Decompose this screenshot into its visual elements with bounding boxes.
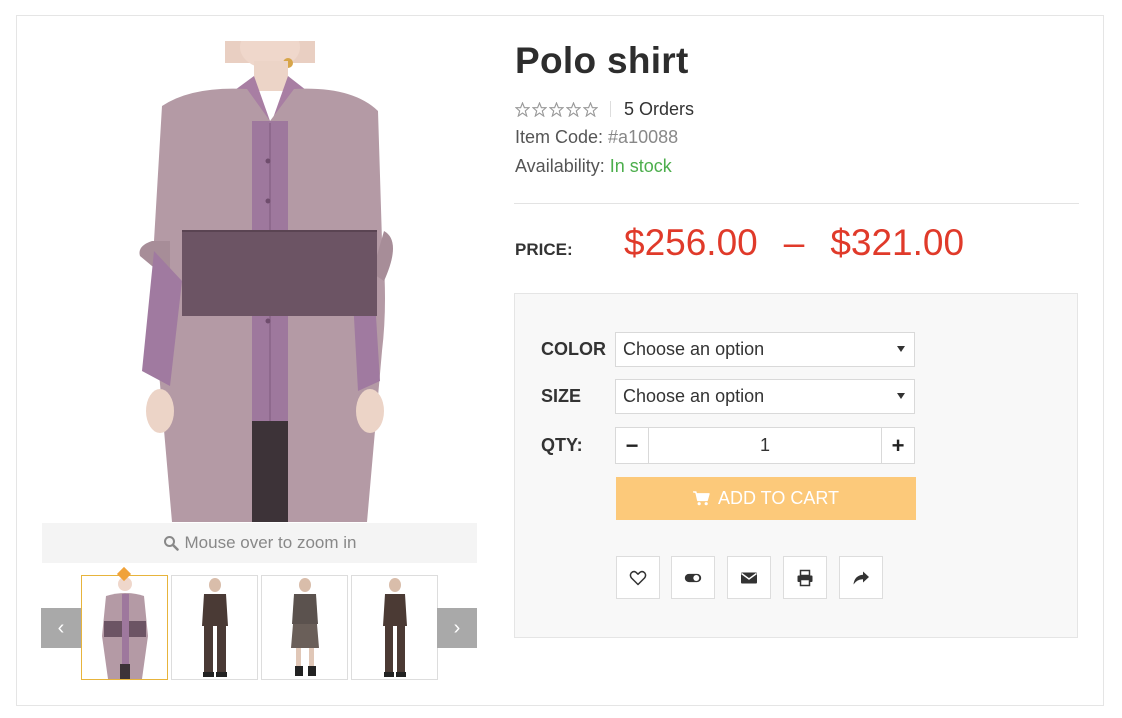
main-product-image[interactable] [42,41,477,522]
thumb-gray-suit-skirt-image [291,578,319,676]
rating-stars[interactable] [515,101,598,117]
price-range: $256.00 – $321.00 [624,222,964,264]
size-label: SIZE [541,386,582,406]
qty-decrease-button[interactable]: − [616,428,649,463]
add-to-cart-button[interactable]: ADD TO CART [616,477,916,520]
availability-status: In stock [609,156,672,176]
price-min: $256.00 [624,222,758,263]
color-select-value: Choose an option [623,339,765,359]
star-empty-icon [515,101,530,117]
thumbnail-next-button[interactable]: › [437,608,477,648]
share-button[interactable] [839,556,883,599]
coat-model-illustration [139,41,393,522]
chevron-right-icon: › [453,616,461,639]
orders-count: 5 Orders [624,98,695,119]
item-code-label: Item Code: [515,127,609,147]
search-icon [163,536,179,551]
info-divider [514,203,1079,204]
email-button[interactable] [727,556,771,599]
compare-button[interactable] [671,556,715,599]
star-empty-icon [566,101,581,117]
color-label: COLOR [541,339,606,359]
zoom-hint-bar: Mouse over to zoom in [42,523,477,563]
item-code-row: Item Code: #a10088 [515,127,678,148]
share-icon [853,571,869,584]
qty-increase-button[interactable]: + [881,428,914,463]
print-icon [797,569,813,586]
quantity-stepper: − + [615,427,915,464]
heart-icon [629,570,647,585]
chevron-left-icon: ‹ [57,616,65,639]
rating-row: 5 Orders [515,99,694,119]
size-select[interactable]: Choose an option [615,379,915,414]
envelope-icon [741,572,757,583]
color-select[interactable]: Choose an option [615,332,915,367]
shopping-cart-icon [693,491,710,506]
qty-input[interactable] [649,428,881,463]
price-dash: – [783,222,805,263]
thumbnail-4[interactable] [351,575,438,680]
thumb-brown-jumpsuit-image [383,578,407,677]
minus-icon: − [625,432,639,458]
toggle-compare-icon [684,573,702,582]
availability-row: Availability: In stock [515,156,672,177]
thumb-brown-suit-image [202,578,228,677]
star-empty-icon [583,101,598,117]
thumb-lilac-coat-image [102,577,148,679]
qty-label: QTY: [541,435,583,455]
price-label: PRICE: [515,240,573,259]
item-code-value: #a10088 [608,127,679,147]
thumbnail-2[interactable] [171,575,258,680]
thumbnail-3[interactable] [261,575,348,680]
availability-label: Availability: [515,156,610,176]
plus-icon: + [891,432,905,458]
rating-divider [610,101,611,117]
add-to-cart-label: ADD TO CART [717,488,840,508]
wishlist-button[interactable] [616,556,660,599]
caret-down-icon [897,393,905,399]
zoom-hint-text: Mouse over to zoom in [184,533,357,552]
product-title: Polo shirt [515,40,689,81]
size-select-value: Choose an option [623,386,765,406]
thumbnail-1[interactable] [81,575,168,680]
thumbnail-prev-button[interactable]: ‹ [41,608,81,648]
star-empty-icon [532,101,547,117]
price-max: $321.00 [830,222,965,263]
caret-down-icon [897,346,905,352]
star-empty-icon [549,101,564,117]
print-button[interactable] [783,556,827,599]
